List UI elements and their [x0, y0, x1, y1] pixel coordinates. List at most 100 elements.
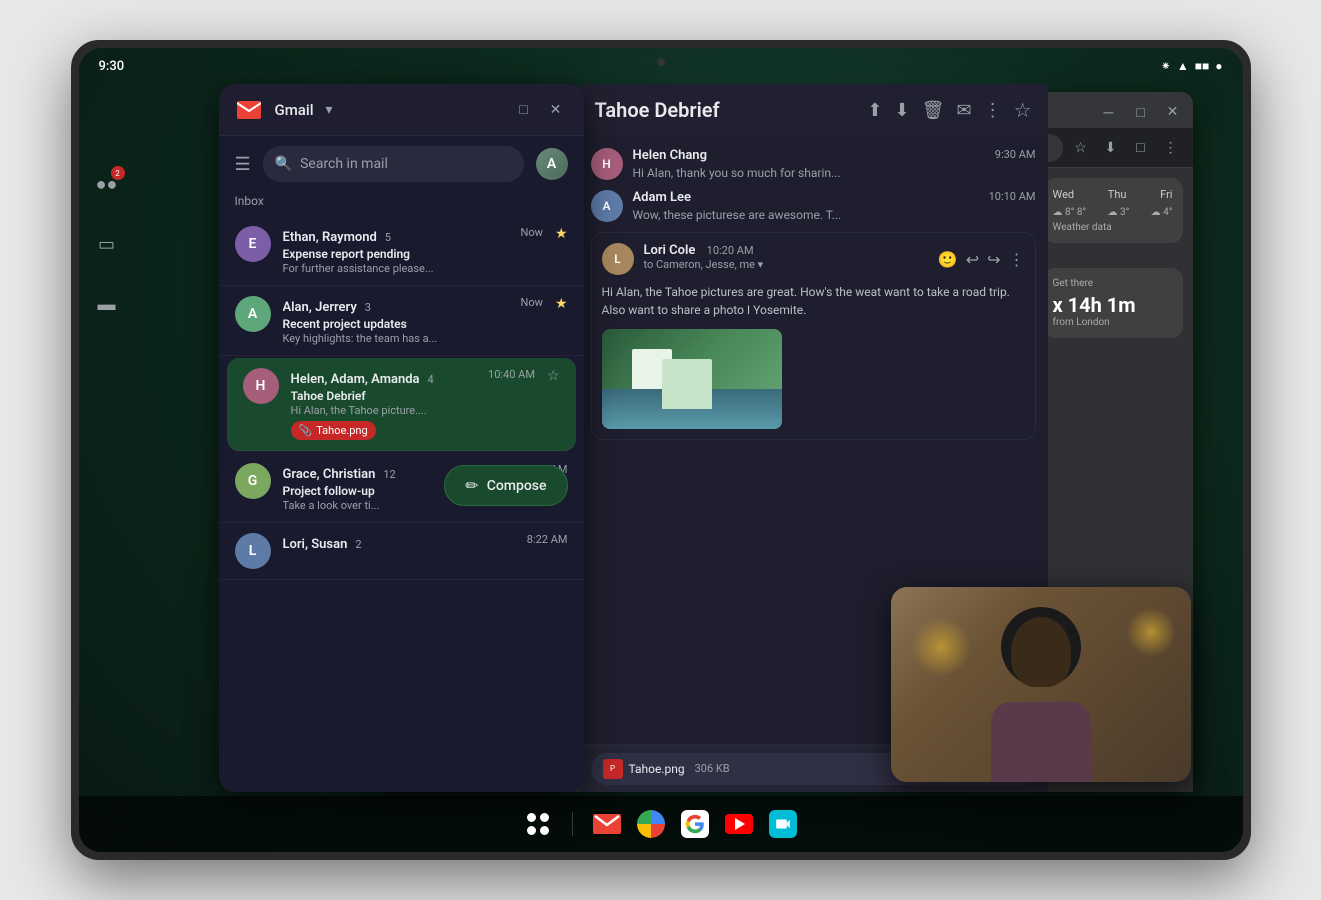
gmail-maximize-btn[interactable]: □: [512, 98, 536, 122]
email-detail-header: Tahoe Debrief ⬆ ⬇ 🗑 ✉ ⋮ ☆: [579, 84, 1048, 136]
sidebar-meet-icon[interactable]: ▬: [87, 284, 127, 324]
clock: 9:30: [99, 59, 125, 74]
taskbar-youtube-icon[interactable]: [717, 802, 761, 846]
star-2[interactable]: ★: [555, 296, 568, 312]
email-item-1[interactable]: E Ethan, Raymond 5 Now Expense report pe…: [219, 216, 584, 286]
star-1[interactable]: ★: [555, 226, 568, 242]
gmail-icon: [593, 814, 621, 834]
email-content-1: Ethan, Raymond 5 Now Expense report pend…: [283, 226, 543, 275]
camera: [657, 58, 665, 66]
star-3[interactable]: ☆: [547, 368, 560, 384]
reply-icon[interactable]: ↩: [966, 250, 979, 269]
chrome-close-btn[interactable]: ✕: [1161, 100, 1185, 124]
forward-icon[interactable]: ↪: [987, 250, 1000, 269]
avatar-msg-adam: A: [591, 190, 623, 222]
more-options-icon[interactable]: ⋮: [984, 100, 1002, 121]
archive-icon[interactable]: ⬇: [895, 100, 910, 121]
count-5: 2: [355, 538, 361, 551]
chrome-icon: [637, 810, 665, 838]
avatar-lori: L: [235, 533, 271, 569]
mark-unread-icon[interactable]: ✉: [956, 100, 971, 121]
weather-temp-thu: ☁ 3°: [1107, 207, 1129, 218]
file-icon: P: [603, 759, 623, 779]
sender-3: Helen, Adam, Amanda: [291, 372, 420, 387]
msg-body-adam: Adam Lee 10:10 AM Wow, these picturese a…: [633, 190, 1036, 222]
subject-3: Tahoe Debrief: [291, 389, 535, 403]
avatar-msg-lori: L: [602, 243, 634, 275]
weather-day-wed: Wed: [1053, 188, 1075, 201]
msg-header-helen: Helen Chang 9:30 AM: [633, 148, 1036, 163]
gmail-logo: [235, 96, 263, 124]
avatar-grace: G: [235, 463, 271, 499]
user-avatar[interactable]: A: [536, 148, 568, 180]
avatar-msg-helen: H: [591, 148, 623, 180]
email-content-2: Alan, Jerrery 3 Now Recent project updat…: [283, 296, 543, 345]
travel-sub: from London: [1053, 317, 1173, 328]
actions-1: ★: [555, 226, 568, 242]
sender-5: Lori, Susan: [283, 537, 348, 552]
count-2: 3: [365, 301, 371, 314]
download-button[interactable]: ⬇: [1097, 134, 1125, 162]
time-5: 8:22 AM: [527, 533, 568, 552]
taskbar-google-icon[interactable]: [673, 802, 717, 846]
msg-sender-adam: Adam Lee: [633, 190, 692, 205]
chrome-menu-button[interactable]: ⋮: [1157, 134, 1185, 162]
msg-more-icon[interactable]: ⋮: [1009, 250, 1025, 269]
subject-2: Recent project updates: [283, 317, 543, 331]
email-list: E Ethan, Raymond 5 Now Expense report pe…: [219, 216, 584, 792]
attachment-icon: 📎: [299, 424, 313, 437]
actions-3: ☆: [547, 368, 560, 384]
email-item-5[interactable]: L Lori, Susan 2 8:22 AM: [219, 523, 584, 580]
sidebar-chat-icon[interactable]: ▭: [87, 224, 127, 264]
open-in-new-icon[interactable]: ⬆: [867, 100, 882, 121]
gmail-sidebar: ●● 2 ▭ ▬: [79, 84, 135, 792]
gmail-close-btn[interactable]: ✕: [544, 98, 568, 122]
email-subject: Tahoe Debrief: [595, 98, 720, 122]
email-item-2[interactable]: A Alan, Jerrery 3 Now Recent project upd…: [219, 286, 584, 356]
star-detail[interactable]: ☆: [1014, 98, 1032, 122]
taskbar-apps-button[interactable]: [516, 802, 560, 846]
gmail-panel: Gmail ▾ □ ✕ ☰ 🔍 Search in mail A Inb: [219, 84, 584, 792]
taskbar-divider: [572, 812, 573, 836]
sidebar-icon-badge[interactable]: ●● 2: [87, 164, 127, 204]
delete-icon[interactable]: 🗑: [922, 100, 945, 121]
battery-icon: ●: [1215, 59, 1222, 73]
attachment-chip[interactable]: 📎 Tahoe.png: [291, 421, 376, 440]
taskbar-meet-icon[interactable]: [761, 802, 805, 846]
email-item-4[interactable]: G Grace, Christian 12 10:32 AM Project f…: [219, 453, 584, 523]
count-1: 5: [385, 231, 391, 244]
compose-button[interactable]: ✏ Compose: [444, 465, 567, 506]
person-head: [1011, 617, 1071, 687]
avatar-ethan: E: [235, 226, 271, 262]
email-msg-helen: H Helen Chang 9:30 AM Hi Alan, thank you…: [591, 148, 1036, 180]
email-detail-actions: ⬆ ⬇ 🗑 ✉ ⋮ ☆: [867, 98, 1031, 122]
taskbar-chrome-icon[interactable]: [629, 802, 673, 846]
apps-dot-1: [527, 813, 536, 822]
weather-widget: Wed Thu Fri ☁ 8° 8° ☁ 3° ☁ 4° Weather da…: [1043, 178, 1183, 243]
menu-icon[interactable]: ☰: [235, 154, 251, 175]
weather-day-thu: Thu: [1108, 188, 1127, 201]
msg-body-helen: Helen Chang 9:30 AM Hi Alan, thank you s…: [633, 148, 1036, 180]
chrome-maximize-btn[interactable]: □: [1129, 100, 1153, 124]
email-item-3[interactable]: H Helen, Adam, Amanda 4 10:40 AM Tahoe D…: [227, 358, 576, 451]
bookmark-button[interactable]: ☆: [1067, 134, 1095, 162]
sender-2: Alan, Jerrery: [283, 300, 357, 315]
weather-temp-fri: ☁ 4°: [1151, 207, 1173, 218]
person-body: [991, 702, 1091, 782]
weather-day-fri: Fri: [1160, 188, 1172, 201]
email-msg-lori: L Lori Cole 10:20 AM to Cameron, Jesse, …: [591, 232, 1036, 440]
emoji-icon[interactable]: 🙂: [938, 250, 958, 269]
bg-light-left: [911, 617, 971, 677]
taskbar-gmail-icon[interactable]: [585, 802, 629, 846]
gmail-dropdown-icon[interactable]: ▾: [326, 102, 333, 118]
gmail-window-controls: □ ✕: [512, 98, 568, 122]
badge-count: 2: [111, 166, 125, 180]
status-icons: ⁕ ▲ ■■ ●: [1161, 59, 1223, 73]
gmail-search[interactable]: 🔍 Search in mail: [263, 146, 524, 182]
lori-name: Lori Cole 10:20 AM: [644, 243, 928, 258]
search-placeholder: Search in mail: [300, 156, 388, 172]
chrome-minimize-btn[interactable]: ─: [1097, 100, 1121, 124]
extensions-button[interactable]: □: [1127, 134, 1155, 162]
pencil-icon: ✏: [465, 476, 478, 495]
lori-to: to Cameron, Jesse, me ▾: [644, 258, 928, 271]
